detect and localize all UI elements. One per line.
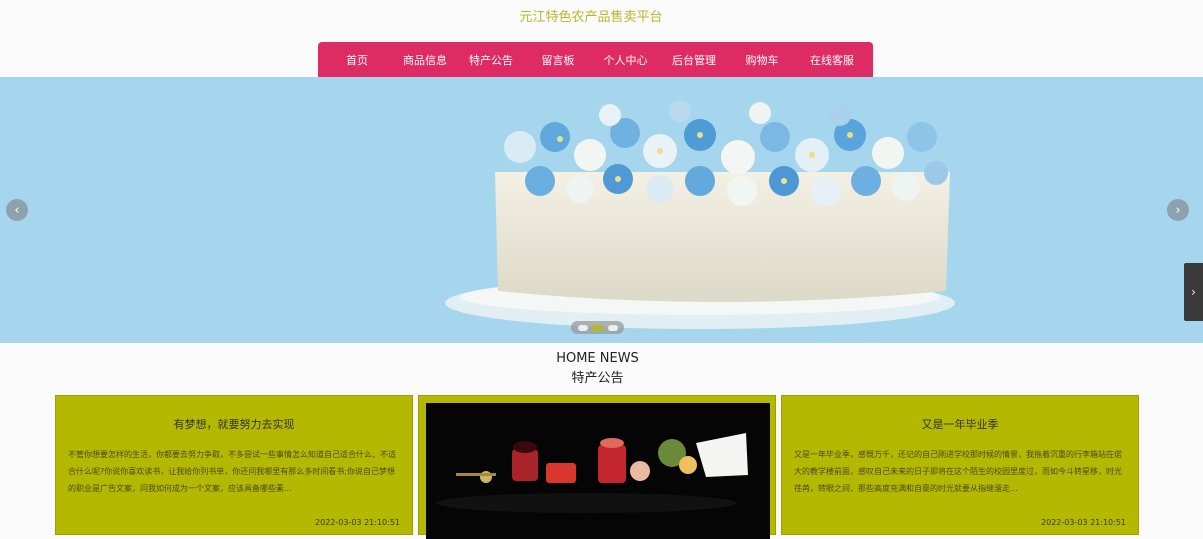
news-card-title[interactable]: 有梦想，就要努力去实现 bbox=[56, 416, 412, 432]
chevron-right-icon: › bbox=[1191, 285, 1196, 299]
site-title: 元江特色农产品售卖平台 bbox=[519, 10, 663, 25]
nav-item-home[interactable]: 首页 bbox=[318, 52, 396, 68]
carousel-next-button[interactable]: › bbox=[1167, 199, 1189, 221]
main-nav: 首页 商品信息 特产公告 留言板 个人中心 后台管理 购物车 在线客服 bbox=[318, 42, 873, 77]
section-heading: HOME NEWS 特产公告 bbox=[0, 351, 1195, 386]
banner-image bbox=[0, 77, 1203, 343]
carousel-dot-3[interactable] bbox=[607, 324, 618, 331]
news-card-date: 2022-03-03 21:10:51 bbox=[1041, 518, 1126, 527]
news-card-body: 又是一年毕业季，感慨万千，还记的自己刚进学校那时候的情景，我拖着沉重的行李箱站在… bbox=[794, 450, 1122, 493]
nav-item-personal-center[interactable]: 个人中心 bbox=[588, 52, 663, 68]
carousel-prev-button[interactable]: ‹ bbox=[6, 199, 28, 221]
nav-item-announcements[interactable]: 特产公告 bbox=[454, 52, 528, 68]
news-card-body: 不管你想要怎样的生活，你都要去努力争取，不多尝试一些事情怎么知道自己适合什么、不… bbox=[68, 450, 396, 493]
nav-item-message-board[interactable]: 留言板 bbox=[528, 52, 588, 68]
news-card-date: 2022-03-03 21:10:51 bbox=[315, 518, 400, 527]
carousel-dot-2[interactable] bbox=[591, 324, 604, 331]
banner-carousel[interactable]: ‹ › bbox=[0, 77, 1203, 343]
chevron-left-icon: ‹ bbox=[14, 202, 20, 218]
side-toggle-tab[interactable]: › bbox=[1184, 263, 1203, 321]
nav-item-cart[interactable]: 购物车 bbox=[725, 52, 799, 68]
nav-item-online-service[interactable]: 在线客服 bbox=[799, 52, 865, 68]
news-card-image[interactable] bbox=[418, 395, 776, 539]
nav-item-admin[interactable]: 后台管理 bbox=[663, 52, 725, 68]
nav-item-products[interactable]: 商品信息 bbox=[396, 52, 454, 68]
chevron-right-icon: › bbox=[1175, 202, 1181, 218]
section-heading-en: HOME NEWS bbox=[556, 351, 639, 366]
food-photo bbox=[426, 403, 770, 539]
carousel-indicators bbox=[571, 321, 624, 334]
news-card-photo[interactable] bbox=[426, 403, 770, 539]
news-card-title[interactable]: 又是一年毕业季 bbox=[782, 416, 1138, 432]
section-heading-cn: 特产公告 bbox=[571, 371, 624, 386]
news-card[interactable]: 有梦想，就要努力去实现 不管你想要怎样的生活，你都要去努力争取，不多尝试一些事情… bbox=[55, 395, 413, 535]
news-card[interactable]: 又是一年毕业季 又是一年毕业季，感慨万千，还记的自己刚进学校那时候的情景，我拖着… bbox=[781, 395, 1139, 535]
carousel-dot-1[interactable] bbox=[577, 324, 588, 331]
